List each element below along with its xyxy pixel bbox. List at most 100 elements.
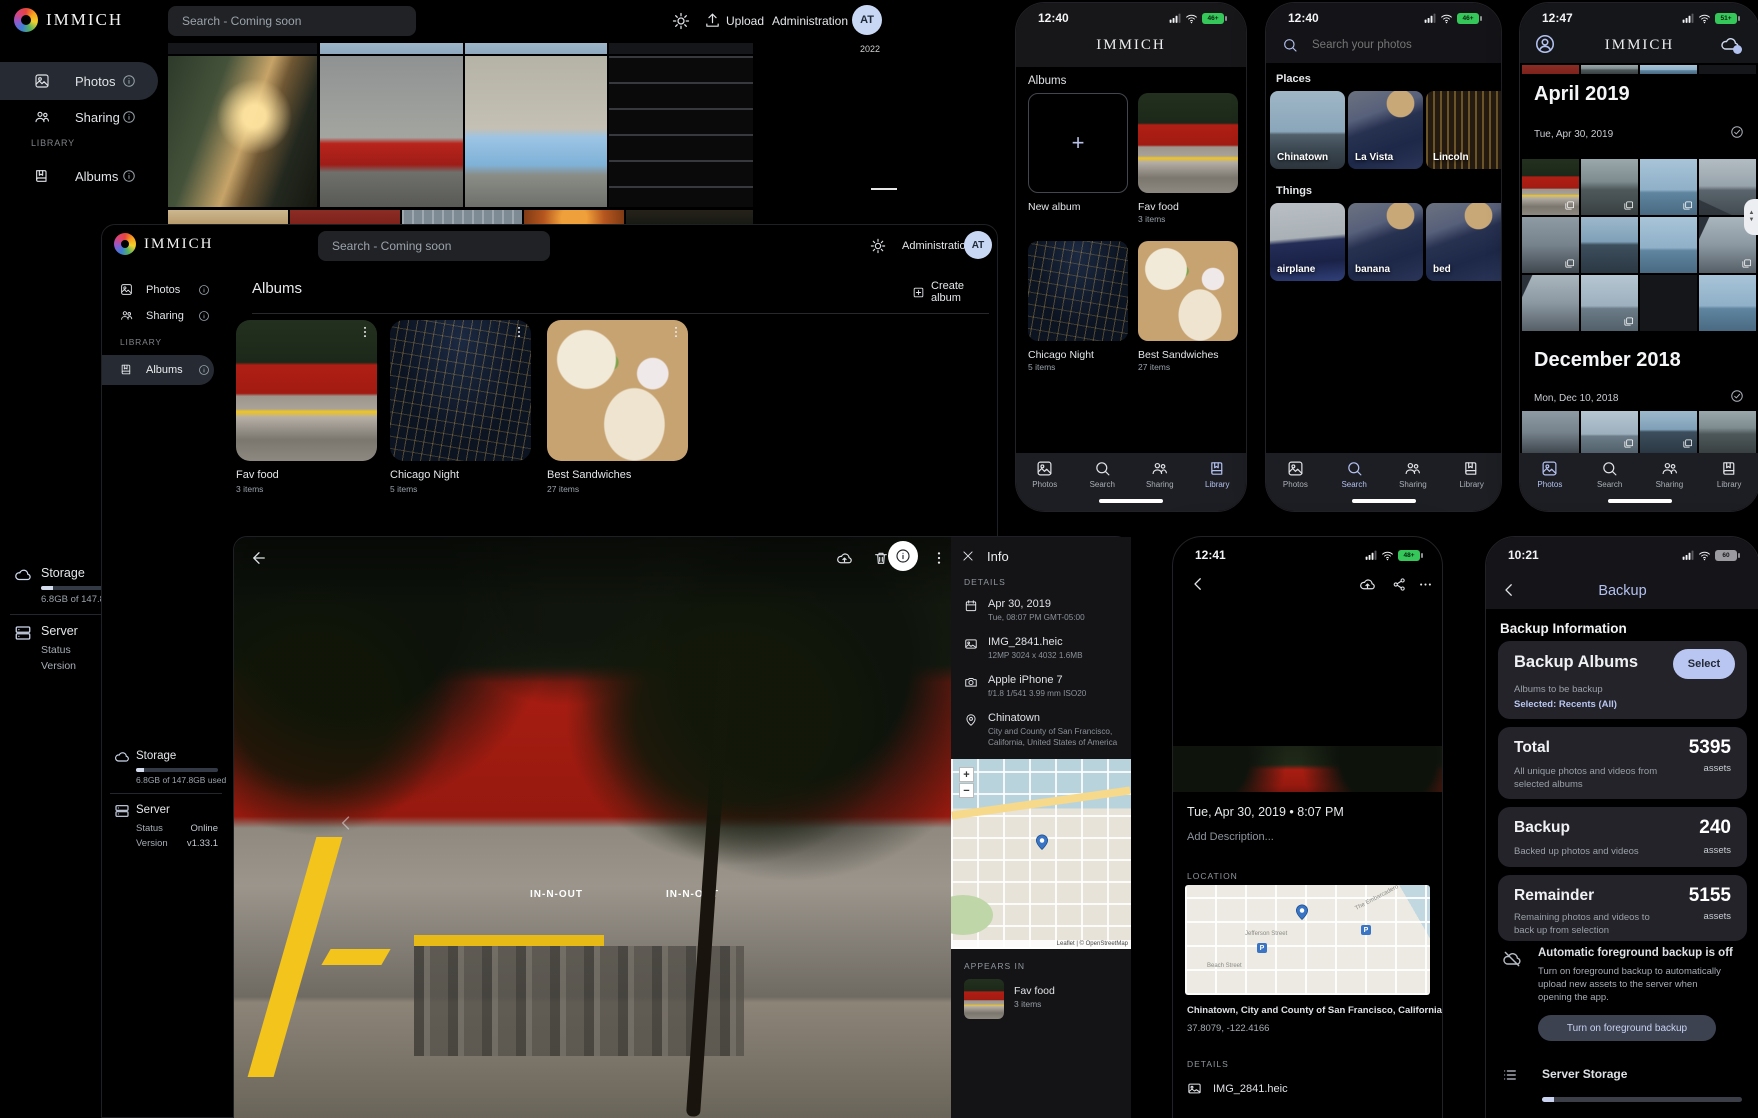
album-card-best-sandwiches[interactable]	[1138, 241, 1238, 341]
info-circle-icon[interactable]	[122, 110, 136, 124]
immich-logo[interactable]: IMMICH	[114, 233, 214, 255]
search-bar[interactable]	[318, 231, 550, 261]
thing-tile-bed[interactable]: bed	[1426, 203, 1501, 281]
thing-tile-airplane[interactable]: airplane	[1270, 203, 1345, 281]
nav-search[interactable]: Search	[1325, 460, 1384, 511]
photo-thumbnail-garage[interactable]	[609, 56, 753, 207]
photo-tile[interactable]	[1640, 159, 1697, 215]
info-circle-icon[interactable]	[122, 169, 136, 183]
thing-tile-banana[interactable]: banana	[1348, 203, 1423, 281]
theme-toggle-sun-icon[interactable]	[672, 12, 690, 30]
info-circle-icon[interactable]	[198, 284, 210, 296]
theme-toggle-sun-icon[interactable]	[870, 238, 886, 254]
album-name[interactable]: Fav food	[236, 469, 279, 481]
album-card-chicago-night[interactable]	[1028, 241, 1128, 341]
sidebar-item-albums[interactable]: Albums	[0, 160, 158, 192]
search-bar[interactable]	[168, 6, 416, 36]
timeline-scrubber[interactable]	[871, 188, 897, 190]
appears-in-album-name[interactable]: Fav food	[1014, 985, 1055, 997]
add-description-field[interactable]: Add Description...	[1187, 831, 1274, 843]
back-chevron-icon[interactable]	[1189, 575, 1207, 593]
upload-cloud-icon[interactable]	[836, 550, 853, 567]
album-menu-dots-icon[interactable]	[358, 325, 372, 339]
user-avatar[interactable]: AT	[852, 5, 882, 35]
sidebar-item-sharing[interactable]: Sharing	[102, 303, 214, 329]
map-marker-icon[interactable]	[1293, 903, 1311, 921]
photo-tile[interactable]	[1699, 275, 1756, 331]
search-input[interactable]	[168, 14, 416, 28]
photo-tile[interactable]	[1640, 411, 1697, 453]
info-circle-icon[interactable]	[198, 310, 210, 322]
sidebar-item-sharing[interactable]: Sharing	[0, 102, 158, 134]
album-card-chicago-night[interactable]	[390, 320, 531, 461]
more-options-dots-icon[interactable]	[931, 550, 947, 566]
place-tile-lincoln[interactable]: Lincoln	[1426, 91, 1501, 169]
photo-tile[interactable]	[1522, 217, 1579, 273]
map-zoom-in-button[interactable]: +	[959, 767, 974, 782]
album-card-fav-food[interactable]	[1138, 93, 1238, 193]
photo-strip[interactable]	[1173, 746, 1442, 792]
back-arrow-icon[interactable]	[250, 549, 268, 567]
place-tile-la-vista[interactable]: La Vista	[1348, 91, 1423, 169]
info-circle-icon[interactable]	[198, 364, 210, 376]
more-options-dots-icon[interactable]	[1418, 577, 1433, 592]
immich-logo[interactable]: IMMICH	[14, 8, 123, 32]
photo-thumbnail-red-car[interactable]	[320, 56, 463, 207]
search-input[interactable]	[1310, 38, 1490, 52]
place-tile-chinatown[interactable]: Chinatown	[1270, 91, 1345, 169]
photo-thumbnail-mustang[interactable]	[168, 56, 317, 207]
photo-tile[interactable]	[1522, 275, 1579, 331]
photo-tile[interactable]	[1699, 411, 1756, 453]
search-field[interactable]	[1310, 35, 1486, 57]
nav-sharing[interactable]: Sharing	[1384, 460, 1443, 511]
photo-tile[interactable]	[1522, 159, 1579, 215]
nav-photos[interactable]: Photos	[1016, 460, 1074, 511]
turn-on-foreground-backup-button[interactable]: Turn on foreground backup	[1538, 1015, 1716, 1041]
photo-thumbnail-blue-car[interactable]	[465, 56, 607, 207]
nav-photos[interactable]: Photos	[1520, 460, 1580, 511]
map-marker-icon[interactable]	[1033, 833, 1051, 851]
album-card-best-sandwiches[interactable]	[547, 320, 688, 461]
album-name[interactable]: Chicago Night	[390, 469, 459, 481]
album-name[interactable]: Best Sandwiches	[547, 469, 631, 481]
user-avatar[interactable]: AT	[964, 231, 992, 259]
share-icon[interactable]	[1392, 577, 1407, 592]
album-card-fav-food[interactable]	[236, 320, 377, 461]
nav-photos[interactable]: Photos	[1266, 460, 1325, 511]
create-album-button[interactable]: Create album	[912, 280, 997, 304]
album-menu-dots-icon[interactable]	[512, 325, 526, 339]
nav-library[interactable]: Library	[1442, 460, 1501, 511]
administration-link[interactable]: Administration	[902, 240, 972, 252]
album-menu-dots-icon[interactable]	[669, 325, 683, 339]
new-album-card[interactable]: +	[1028, 93, 1128, 193]
sidebar-item-albums[interactable]: Albums	[102, 355, 214, 385]
photo-tile[interactable]	[1581, 275, 1638, 331]
photo-tile[interactable]	[1581, 159, 1638, 215]
photo-tile[interactable]	[1522, 411, 1579, 453]
nav-library[interactable]: Library	[1699, 460, 1758, 511]
nav-sharing[interactable]: Sharing	[1131, 460, 1189, 511]
nav-sharing[interactable]: Sharing	[1640, 460, 1700, 511]
upload-button[interactable]: Upload	[726, 14, 764, 28]
nav-search[interactable]: Search	[1074, 460, 1132, 511]
previous-photo-chevron-icon[interactable]	[336, 813, 356, 833]
nav-library[interactable]: Library	[1189, 460, 1247, 511]
select-button[interactable]: Select	[1673, 649, 1735, 679]
administration-link[interactable]: Administration	[772, 14, 848, 28]
detail-map[interactable]: + − Leaflet | © OpenStreetMap	[951, 759, 1131, 949]
appears-in-album-thumb[interactable]	[964, 979, 1004, 1019]
location-map[interactable]: The Embarcadero Jefferson Street Beach S…	[1185, 885, 1430, 995]
map-zoom-controls[interactable]: + −	[959, 767, 974, 798]
map-zoom-out-button[interactable]: −	[959, 783, 974, 798]
photo-tile[interactable]	[1581, 217, 1638, 273]
photo-tile[interactable]	[1581, 411, 1638, 453]
photo-tile[interactable]	[1640, 217, 1697, 273]
sidebar-item-photos[interactable]: Photos	[0, 62, 158, 100]
upload-icon[interactable]	[704, 12, 721, 29]
timeline-scrubber-handle[interactable]: ▲ ▼	[1744, 199, 1758, 235]
select-day-check-icon[interactable]	[1730, 125, 1744, 139]
upload-cloud-icon[interactable]	[1359, 576, 1376, 593]
nav-search[interactable]: Search	[1580, 460, 1640, 511]
photo-tile[interactable]	[1640, 275, 1697, 331]
info-button-active[interactable]	[888, 541, 918, 571]
